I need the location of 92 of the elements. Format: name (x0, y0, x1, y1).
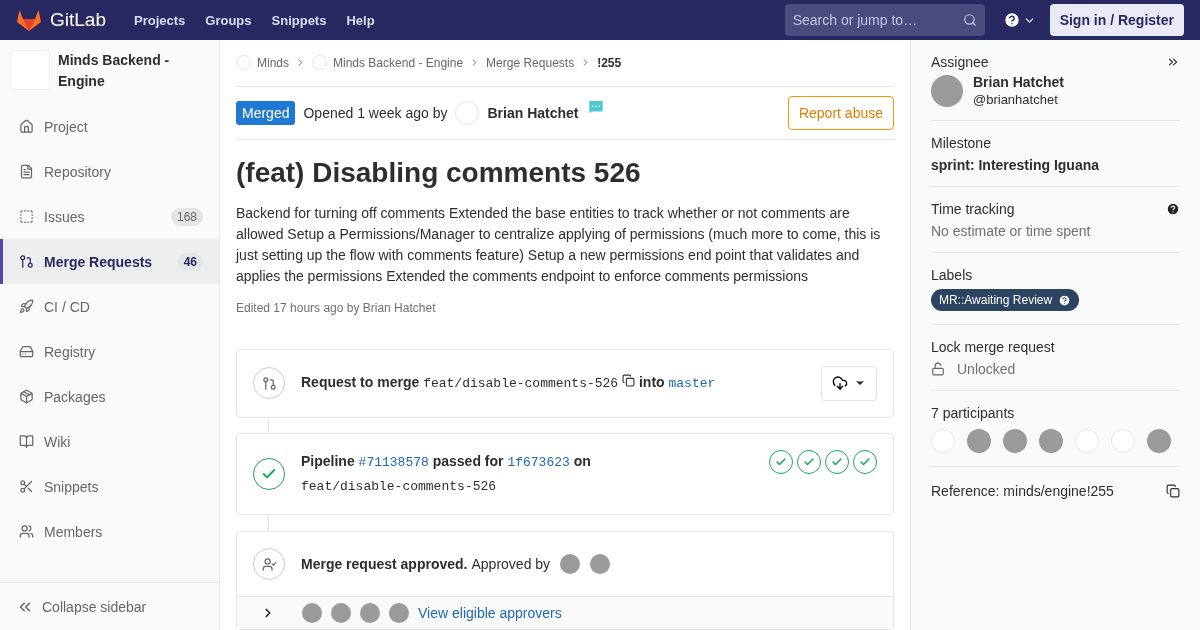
count-badge: 46 (177, 252, 203, 271)
sidebar-item-icon (19, 344, 34, 359)
project-name[interactable]: Minds Backend - Engine (58, 50, 209, 92)
milestone-label: Milestone (931, 135, 992, 151)
sidebar-item[interactable]: Members (0, 509, 219, 554)
lock-status: Unlocked (957, 361, 1016, 377)
fox-logo-icon[interactable] (16, 8, 42, 32)
approved-by-text: Approved by (471, 555, 551, 574)
assignee-avatar (931, 74, 963, 107)
participants-label: 7 participants (931, 405, 1016, 421)
reference-text: Reference: minds/engine!255 (931, 483, 1114, 499)
author-link[interactable]: Brian Hatchet (487, 104, 579, 121)
expand-sidebar-icon[interactable] (1166, 55, 1180, 69)
assignee-label: Assignee (931, 54, 989, 70)
time-tracking-value: No estimate or time spent (931, 223, 1092, 239)
pipeline-link[interactable]: #71138578 (358, 455, 429, 471)
branch-name: feat/disable-comments-526 (301, 479, 497, 495)
unlocked-icon (931, 362, 945, 376)
sidebar-item-icon (19, 299, 34, 314)
breadcrumb-link[interactable]: !255 (597, 55, 622, 70)
approver-avatar (360, 603, 380, 623)
commit-link[interactable]: 1f673623 (507, 455, 570, 471)
lock-label: Lock merge request (931, 339, 1056, 355)
sign-in-button[interactable]: Sign in / Register (1049, 4, 1184, 36)
sidebar-item-icon (19, 254, 34, 269)
pipeline-text: Pipeline (301, 453, 355, 470)
search-field[interactable]: Search or jump to… (784, 4, 985, 36)
help-menu-button[interactable] (1002, 11, 1036, 29)
opened-text: Opened 1 week ago by (303, 104, 448, 121)
sidebar-item[interactable]: Merge Requests 46 (0, 239, 219, 284)
request-to-merge-text: Request to merge (301, 374, 420, 391)
merge-request-title: (feat) Disabling comments 526 (236, 156, 642, 189)
edited-note: Edited 17 hours ago by Brian Hatchet (236, 300, 437, 315)
participant-avatar (1039, 429, 1063, 453)
approver-avatar (302, 603, 322, 623)
participant-avatar (1111, 429, 1135, 453)
sidebar-item-icon (19, 434, 34, 449)
help-icon[interactable] (1058, 293, 1072, 307)
sidebar-item[interactable]: Registry (0, 329, 219, 374)
participant-avatar (1003, 429, 1027, 453)
approver-avatar (590, 554, 611, 574)
approver-avatar (331, 603, 351, 623)
sidebar-item[interactable]: Issues 168 (0, 194, 219, 239)
participant-avatar (931, 429, 955, 453)
sidebar-item-icon (19, 524, 34, 539)
copy-icon[interactable] (622, 374, 636, 388)
sidebar-item[interactable]: Packages (0, 374, 219, 419)
search-icon (962, 13, 977, 27)
breadcrumb-link[interactable]: Minds Backend - Engine (312, 55, 464, 71)
nav-link[interactable]: Help (346, 12, 375, 28)
brand-name[interactable]: GitLab (50, 9, 106, 31)
sidebar-item[interactable]: Wiki (0, 419, 219, 464)
label-tag[interactable]: MR::Awaiting Review (931, 289, 1080, 311)
nav-link[interactable]: Projects (134, 12, 186, 28)
sidebar-item-icon (19, 479, 34, 494)
assignee-name[interactable]: Brian Hatchet (973, 74, 1065, 90)
participant-avatar (1147, 429, 1171, 453)
participant-avatar (1075, 429, 1099, 453)
download-dropdown-button[interactable] (821, 365, 877, 401)
count-badge: 168 (170, 207, 203, 226)
cloud-download-icon (832, 375, 848, 392)
into-text: into (638, 374, 665, 391)
sidebar-item[interactable]: Project (0, 104, 219, 149)
sidebar-item-icon (19, 389, 34, 404)
sidebar-item-icon (19, 119, 34, 134)
labels-label: Labels (931, 267, 974, 283)
sidebar-item[interactable]: Repository (0, 149, 219, 194)
breadcrumb-link[interactable]: Minds (236, 55, 289, 71)
nav-link[interactable]: Groups (205, 12, 252, 28)
source-branch: feat/disable-comments-526 (423, 376, 619, 392)
approver-avatar (389, 603, 409, 623)
on-text: on (573, 453, 591, 470)
approver-avatar (560, 554, 581, 574)
nav-link[interactable]: Snippets (271, 12, 327, 28)
approved-text: Merge request approved. (301, 555, 468, 574)
breadcrumb-link[interactable]: Merge Requests (486, 55, 575, 70)
milestone-link[interactable]: sprint: Interesting Iguana (931, 157, 1180, 173)
sidebar-item[interactable]: CI / CD (0, 284, 219, 329)
view-eligible-approvers-link[interactable]: View eligible approvers (418, 605, 562, 621)
status-badge: Merged (236, 100, 296, 125)
sidebar-item[interactable]: Snippets (0, 464, 219, 509)
target-branch-link[interactable]: master (668, 376, 716, 392)
participant-avatar (967, 429, 991, 453)
time-tracking-label: Time tracking (931, 201, 1015, 217)
assignee-handle: @brianhatchet (973, 92, 1059, 107)
collapse-sidebar-button[interactable]: Collapse sidebar (0, 582, 219, 630)
sidebar-item-icon (19, 164, 34, 179)
help-icon (1002, 11, 1021, 29)
sidebar-item-icon (19, 209, 34, 224)
passed-for-text: passed for (432, 453, 504, 470)
description-text: Backend for turning off comments Extended the base entities to track whether or not comments are allowed Setup a Permissions/Manager to centralize applying of permissions (much more to come, this is just setting up the flow with comments feature) Setup a new permissions end point that validates and applies the permissions Extended the comments endpoint to enforce comments permissions (236, 203, 882, 286)
copy-icon[interactable] (1166, 484, 1180, 498)
